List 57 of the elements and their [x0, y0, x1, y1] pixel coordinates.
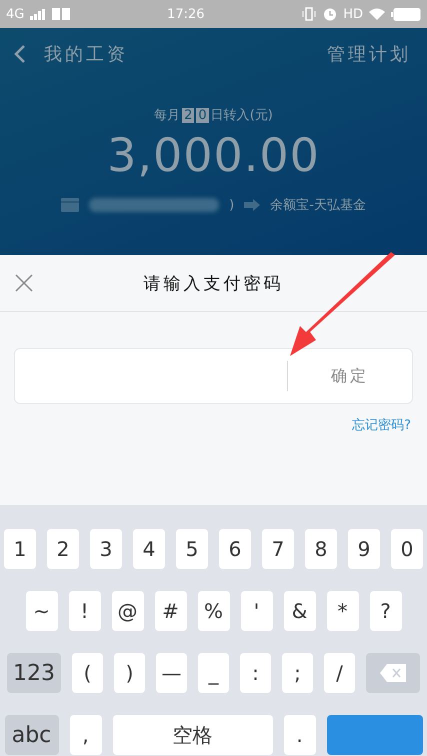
- keyboard-key[interactable]: 6: [219, 529, 251, 569]
- keyboard-key[interactable]: 4: [133, 529, 165, 569]
- alarm-icon: [323, 7, 338, 21]
- status-time: 17:26: [167, 6, 205, 22]
- keyboard-key[interactable]: ,: [70, 715, 102, 755]
- keyboard-key[interactable]: *: [326, 591, 358, 631]
- keyboard-key[interactable]: ': [240, 591, 272, 631]
- keyboard-key[interactable]: %: [198, 591, 230, 631]
- keyboard-key[interactable]: !: [68, 591, 100, 631]
- wifi-icon: [369, 8, 385, 20]
- mode-key[interactable]: 123: [7, 653, 61, 693]
- confirm-button[interactable]: 确定: [288, 349, 412, 403]
- keyboard-key[interactable]: (: [72, 653, 103, 693]
- password-field[interactable]: 确定: [14, 348, 413, 404]
- keyboard-key[interactable]: &: [284, 591, 316, 631]
- battery-icon: [391, 8, 421, 20]
- card-icon: [61, 198, 80, 212]
- caption-text: 日转入(元): [210, 107, 273, 124]
- keyboard-key[interactable]: 5: [176, 529, 208, 569]
- keyboard-key[interactable]: 7: [262, 529, 294, 569]
- keyboard-key[interactable]: ?: [370, 591, 402, 631]
- amount-text: 3,000.00: [106, 128, 321, 182]
- keyboard-key[interactable]: 9: [348, 529, 380, 569]
- space-key[interactable]: 空格: [112, 715, 272, 755]
- keyboard-key[interactable]: .: [284, 715, 316, 755]
- backspace-icon: [380, 664, 406, 682]
- keyboard-key[interactable]: ;: [282, 653, 313, 693]
- back-icon[interactable]: [14, 44, 26, 64]
- keyboard-key[interactable]: 3: [90, 529, 122, 569]
- keyboard-key[interactable]: #: [154, 591, 186, 631]
- vibrate-icon: [301, 7, 318, 21]
- book-icon: [52, 8, 70, 20]
- signal-icon: [30, 8, 46, 20]
- network-label: 4G: [6, 6, 24, 22]
- manage-plan-link[interactable]: 管理计划: [327, 42, 411, 66]
- close-icon[interactable]: [15, 274, 33, 292]
- keyboard-key[interactable]: 1: [4, 529, 36, 569]
- right-arrow-icon: [244, 199, 260, 211]
- target-fund: 余额宝-天弘基金: [270, 197, 366, 214]
- keyboard-key[interactable]: :: [240, 653, 271, 693]
- caption-text: 每月: [154, 107, 180, 124]
- keyboard-key[interactable]: ): [114, 653, 145, 693]
- keyboard-key[interactable]: @: [112, 591, 144, 631]
- mode-key[interactable]: abc: [4, 715, 58, 755]
- keyboard-key[interactable]: 8: [305, 529, 337, 569]
- card-suffix: ): [229, 198, 234, 212]
- dialog-title: 请输入支付密码: [144, 272, 284, 294]
- day-digit: 0: [196, 108, 209, 122]
- keyboard-key[interactable]: 0: [391, 529, 423, 569]
- page-title: 我的工资: [44, 43, 128, 66]
- keyboard-key[interactable]: /: [324, 653, 355, 693]
- day-digit: 2: [182, 108, 194, 122]
- keyboard-key[interactable]: —: [156, 653, 187, 693]
- keyboard-key[interactable]: ~: [26, 591, 58, 631]
- hd-label: HD: [343, 6, 363, 22]
- keyboard-key[interactable]: _: [198, 653, 229, 693]
- keyboard-key[interactable]: 2: [47, 529, 79, 569]
